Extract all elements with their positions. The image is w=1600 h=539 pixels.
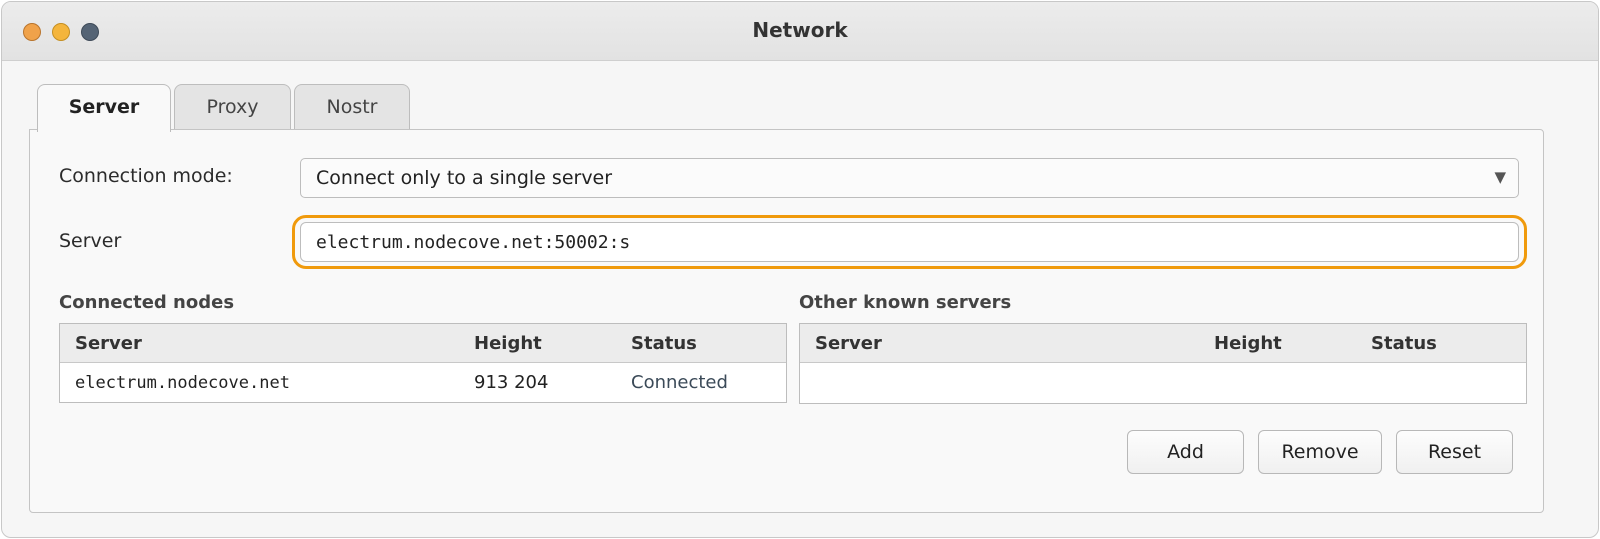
add-server-button[interactable]: Add: [1127, 430, 1244, 474]
connected-nodes-title: Connected nodes: [59, 292, 235, 313]
column-header-height[interactable]: Height: [474, 333, 542, 354]
server-label: Server: [59, 230, 122, 252]
column-header-height[interactable]: Height: [1214, 333, 1282, 354]
column-header-server[interactable]: Server: [815, 333, 882, 354]
connection-mode-label: Connection mode:: [59, 165, 233, 187]
table-header: Server Height Status: [800, 324, 1526, 363]
reset-button[interactable]: Reset: [1396, 430, 1513, 474]
dropdown-arrow-icon: ▼: [1494, 168, 1506, 186]
connection-mode-value: Connect only to a single server: [316, 167, 613, 189]
column-header-status[interactable]: Status: [631, 333, 697, 354]
remove-server-button[interactable]: Remove: [1258, 430, 1382, 474]
tab-nostr[interactable]: Nostr: [294, 84, 410, 130]
connected-nodes-table[interactable]: Server Height Status electrum.nodecove.n…: [59, 323, 787, 403]
window-title: Network: [752, 18, 848, 42]
network-window: Network Server Proxy Nostr Connection mo…: [1, 1, 1599, 538]
server-tab-panel: Connection mode: Connect only to a singl…: [29, 129, 1544, 513]
title-bar[interactable]: Network: [2, 2, 1598, 61]
column-header-status[interactable]: Status: [1371, 333, 1437, 354]
other-servers-table[interactable]: Server Height Status: [799, 323, 1527, 404]
column-header-server[interactable]: Server: [75, 333, 142, 354]
node-server-cell: electrum.nodecove.net: [75, 373, 290, 393]
other-known-servers-title: Other known servers: [799, 292, 1012, 313]
node-height-cell: 913 204: [474, 372, 549, 393]
tab-server[interactable]: Server: [37, 84, 171, 132]
connection-mode-select[interactable]: Connect only to a single server ▼: [300, 158, 1519, 198]
tab-proxy[interactable]: Proxy: [174, 84, 291, 130]
server-input[interactable]: [300, 222, 1519, 262]
table-header: Server Height Status: [60, 324, 786, 363]
node-status-cell: Connected: [631, 372, 728, 393]
